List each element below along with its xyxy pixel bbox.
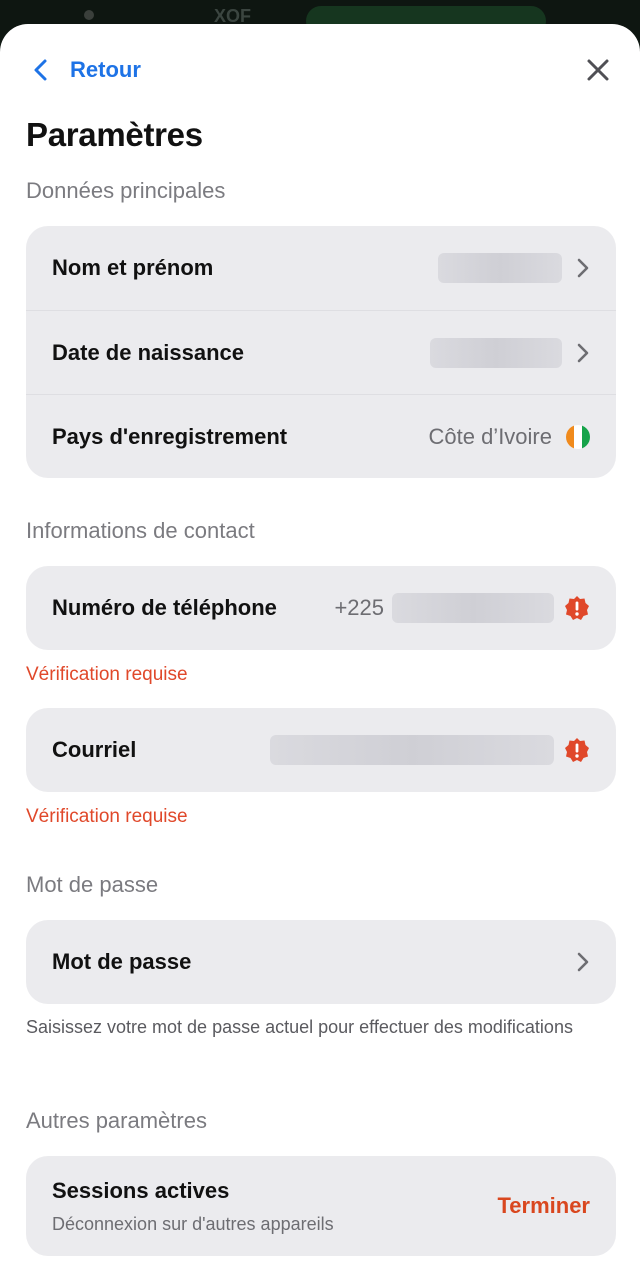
chevron-right-icon [577,952,589,972]
phone-label: Numéro de téléphone [52,595,277,620]
phone-card[interactable]: Numéro de téléphone +225 [26,566,616,650]
back-button[interactable]: Retour [32,52,141,88]
password-label: Mot de passe [52,949,192,974]
phone-prefix: +225 [334,595,384,620]
country-row: Pays d'enregistrement Côte d’Ivoire [26,394,616,478]
section-title-main: Données principales [26,178,226,203]
country-label: Pays d'enregistrement [52,423,288,449]
email-row[interactable]: Courriel [26,708,616,792]
email-label: Courriel [52,737,137,762]
sessions-title: Sessions actives [52,1177,230,1203]
email-value-hidden [270,735,554,765]
chevron-right-icon [577,258,589,278]
settings-sheet: Retour Paramètres Données principales No… [0,24,640,1280]
full-name-label: Nom et prénom [52,255,214,280]
sheet-header: Retour [0,24,640,116]
email-verification-required: Vérification requise [26,806,188,827]
full-name-value-hidden [438,253,562,283]
sessions-text: Sessions actives Déconnexion sur d'autre… [52,1178,334,1235]
section-title-other: Autres paramètres [26,1108,207,1133]
terminate-sessions-button[interactable]: Terminer [497,1193,590,1219]
close-icon[interactable] [584,56,612,84]
sessions-card: Sessions actives Déconnexion sur d'autre… [26,1156,616,1256]
password-row[interactable]: Mot de passe [26,920,616,1004]
chevron-right-icon [577,343,589,362]
email-card[interactable]: Courriel [26,708,616,792]
alert-badge-icon [565,596,589,620]
status-dot [84,10,94,20]
chevron-left-icon [34,59,47,81]
country-value: Côte d’Ivoire [428,423,552,449]
alert-badge-icon [565,738,589,762]
full-name-row[interactable]: Nom et prénom [26,226,616,310]
birth-date-value-hidden [430,337,562,368]
phone-verification-required: Vérification requise [26,664,188,685]
page-title: Paramètres [26,116,203,153]
section-title-contact: Informations de contact [26,518,255,543]
phone-row[interactable]: Numéro de téléphone +225 [26,566,616,650]
birth-date-label: Date de naissance [52,339,244,365]
sessions-subtitle: Déconnexion sur d'autres appareils [52,1213,334,1234]
back-label: Retour [70,57,141,82]
ivory-coast-flag-icon [566,424,590,449]
password-hint: Saisissez votre mot de passe actuel pour… [26,1017,573,1037]
birth-date-row[interactable]: Date de naissance [26,310,616,394]
section-title-password: Mot de passe [26,872,159,897]
sessions-row: Sessions actives Déconnexion sur d'autre… [26,1156,616,1256]
password-card[interactable]: Mot de passe [26,920,616,1004]
phone-value-hidden [392,593,554,623]
main-data-card: Nom et prénom Date de naissance Pays d'e… [26,226,616,478]
